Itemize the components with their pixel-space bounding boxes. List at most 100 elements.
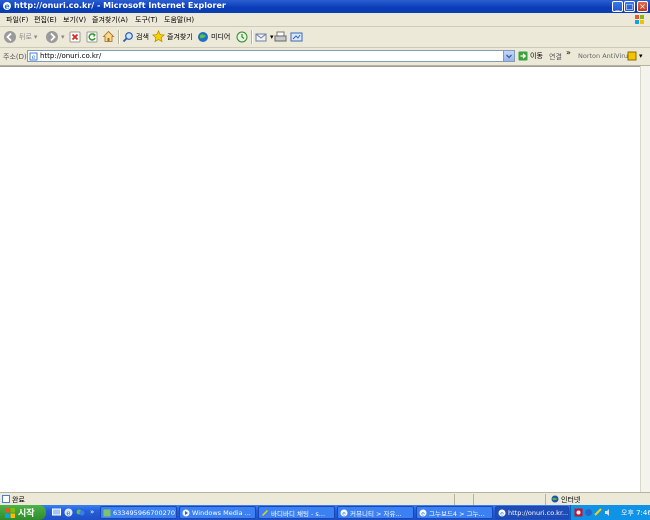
go-button[interactable]: 이동: [518, 51, 543, 61]
svg-text:e: e: [4, 1, 9, 11]
history-button[interactable]: [236, 29, 248, 44]
mail-dropdown-icon[interactable]: ▾: [270, 33, 274, 41]
svg-text:e: e: [32, 54, 36, 61]
back-button[interactable]: 뒤로 ▾: [3, 29, 37, 44]
page-icon: e: [29, 52, 38, 61]
messenger-quicklaunch-icon[interactable]: [76, 508, 85, 517]
home-button[interactable]: [102, 29, 115, 44]
network-tray-icon[interactable]: [594, 508, 603, 517]
windows-media-icon: [182, 509, 190, 516]
show-desktop-icon[interactable]: [52, 508, 61, 517]
forward-arrow-icon: [46, 30, 58, 43]
search-button[interactable]: 검색: [122, 29, 149, 44]
taskbar-item[interactable]: e 그누보드4 > 그누...: [416, 506, 493, 519]
system-tray: 오후 7:46: [570, 505, 650, 520]
windows-logo-icon: [635, 15, 644, 24]
svg-text:e: e: [342, 510, 346, 517]
media-button[interactable]: 미디어: [197, 29, 230, 44]
media-icon: [198, 31, 208, 42]
menu-edit[interactable]: 편집(E): [34, 15, 57, 25]
messenger-icon: [290, 32, 303, 41]
refresh-button[interactable]: [86, 29, 98, 44]
ie-icon: e: [3, 1, 11, 11]
print-button[interactable]: [274, 29, 287, 44]
toolbar-separator: [118, 30, 120, 44]
go-arrow-icon: [518, 51, 528, 61]
taskbar-item-label: 바디바디 채팅 - s...: [271, 509, 326, 518]
chat-icon: [262, 509, 268, 516]
address-label: 주소(D): [3, 53, 27, 61]
svg-text:e: e: [421, 510, 425, 517]
home-icon: [102, 30, 115, 42]
menu-view[interactable]: 보기(V): [63, 15, 86, 25]
image-file-icon: [103, 509, 111, 516]
mail-button[interactable]: ▾: [255, 29, 274, 44]
favorites-star-icon: [152, 30, 165, 43]
address-value: http://onuri.co.kr/: [40, 52, 102, 60]
volume-tray-icon[interactable]: [604, 508, 613, 517]
menu-help[interactable]: 도움말(H): [164, 15, 194, 25]
print-icon: [274, 31, 287, 41]
taskbar-item-label: 6334959667002707...: [113, 508, 176, 517]
back-dropdown-icon[interactable]: ▾: [34, 33, 38, 41]
taskbar: 시작 e » 6334959667002707... Windows Media…: [0, 505, 650, 520]
security-zone-label: 인터넷: [561, 496, 581, 504]
address-dropdown-button[interactable]: [503, 51, 514, 61]
forward-dropdown-icon[interactable]: ▾: [61, 33, 65, 41]
search-icon: [122, 31, 133, 42]
svg-text:e: e: [500, 510, 504, 517]
menu-favorites[interactable]: 즐겨찾기(A): [92, 15, 128, 25]
norton-dropdown-icon[interactable]: ▾: [639, 52, 643, 60]
favorites-button[interactable]: 즐겨찾기: [152, 29, 193, 44]
ie-window-icon: e: [498, 509, 506, 517]
taskbar-item-label: Windows Media ...: [192, 508, 251, 517]
media-label: 미디어: [211, 32, 231, 41]
page-content[interactable]: [0, 66, 640, 493]
vertical-scrollbar[interactable]: [640, 66, 650, 492]
forward-button[interactable]: ▾: [45, 29, 65, 44]
toolbar-separator: [251, 30, 253, 44]
history-icon: [236, 31, 248, 42]
ie-window-icon: e: [340, 509, 348, 517]
clock[interactable]: 오후 7:46: [621, 508, 650, 518]
quicklaunch-overflow-icon[interactable]: »: [90, 508, 94, 516]
taskbar-item[interactable]: 바디바디 채팅 - s...: [258, 506, 335, 519]
address-input[interactable]: e http://onuri.co.kr/: [27, 50, 515, 62]
language-bar-icon[interactable]: [574, 508, 583, 517]
status-text: 완료: [12, 496, 25, 504]
taskbar-item[interactable]: Windows Media ...: [179, 506, 256, 519]
menu-file[interactable]: 파일(F): [6, 15, 28, 25]
back-label: 뒤로: [19, 32, 32, 41]
taskbar-item-label: 커뮤니티 > 자유...: [350, 509, 402, 518]
links-button[interactable]: 연결: [549, 52, 562, 62]
taskbar-item[interactable]: 6334959667002707...: [100, 506, 177, 519]
ie-quicklaunch-icon[interactable]: e: [64, 508, 73, 517]
status-bar: 완료 인터넷: [0, 492, 650, 506]
refresh-icon: [86, 31, 98, 42]
messenger-tray-icon[interactable]: [584, 508, 593, 517]
svg-text:e: e: [66, 510, 70, 518]
start-button[interactable]: 시작: [0, 505, 46, 520]
norton-icon[interactable]: [627, 51, 637, 61]
menu-tools[interactable]: 도구(T): [135, 15, 158, 25]
norton-antivirus-label[interactable]: Norton AntiVirus: [578, 52, 631, 60]
taskbar-item-label: 그누보드4 > 그누...: [429, 509, 485, 518]
title-bar[interactable]: e http://onuri.co.kr/ - Microsoft Intern…: [0, 0, 650, 14]
address-bar: 주소(D) e http://onuri.co.kr/ 이동 연결 » Nort…: [0, 48, 650, 66]
back-arrow-icon: [4, 30, 16, 43]
ie-window-icon: e: [419, 509, 427, 517]
status-divider: [454, 494, 455, 505]
messenger-button[interactable]: [290, 29, 303, 44]
taskbar-item-active[interactable]: e http://onuri.co.kr...: [495, 506, 569, 519]
close-button[interactable]: ×: [637, 1, 648, 12]
maximize-button[interactable]: □: [624, 1, 635, 12]
page-done-icon: [2, 495, 10, 503]
favorites-label: 즐겨찾기: [167, 32, 193, 41]
minimize-button[interactable]: _: [612, 1, 623, 12]
start-label: 시작: [18, 509, 35, 519]
toolbar-overflow-icon[interactable]: »: [566, 48, 571, 57]
chevron-down-icon: [506, 54, 512, 59]
stop-button[interactable]: [69, 29, 81, 44]
standard-toolbar: 뒤로 ▾ ▾ 검색 즐겨찾기 미디어 ▾: [0, 27, 650, 48]
taskbar-item[interactable]: e 커뮤니티 > 자유...: [337, 506, 414, 519]
